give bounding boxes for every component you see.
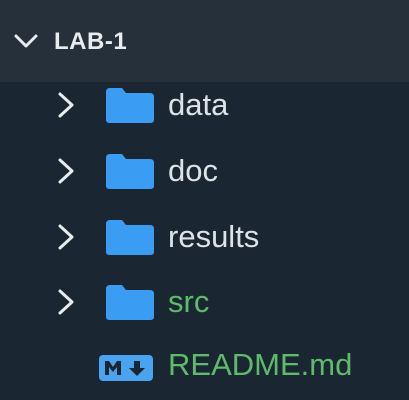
file-explorer: LAB-1 data doc results src README.md	[0, 0, 409, 400]
folder-icon	[106, 285, 154, 320]
chevron-right-icon[interactable]	[52, 154, 80, 188]
tree-item-src[interactable]: src	[0, 271, 409, 333]
explorer-section-header[interactable]: LAB-1	[0, 0, 409, 82]
tree-item-label: doc	[168, 153, 218, 188]
chevron-down-icon[interactable]	[8, 24, 44, 60]
tree-item-readme[interactable]: README.md	[0, 334, 409, 396]
tree-item-label: data	[168, 87, 229, 122]
tree-item-label: results	[168, 219, 260, 254]
folder-icon	[106, 154, 154, 189]
workspace-title: LAB-1	[54, 28, 128, 55]
tree-item-data[interactable]: data	[0, 74, 409, 136]
tree-item-results[interactable]: results	[0, 206, 409, 268]
tree-item-label: README.md	[168, 347, 353, 382]
markdown-icon	[99, 355, 153, 381]
folder-icon	[106, 220, 154, 255]
tree-item-doc[interactable]: doc	[0, 140, 409, 202]
folder-icon	[106, 88, 154, 123]
chevron-right-icon[interactable]	[52, 88, 80, 122]
tree-item-label: src	[168, 284, 210, 319]
chevron-right-icon[interactable]	[52, 220, 80, 254]
chevron-right-icon[interactable]	[52, 285, 80, 319]
